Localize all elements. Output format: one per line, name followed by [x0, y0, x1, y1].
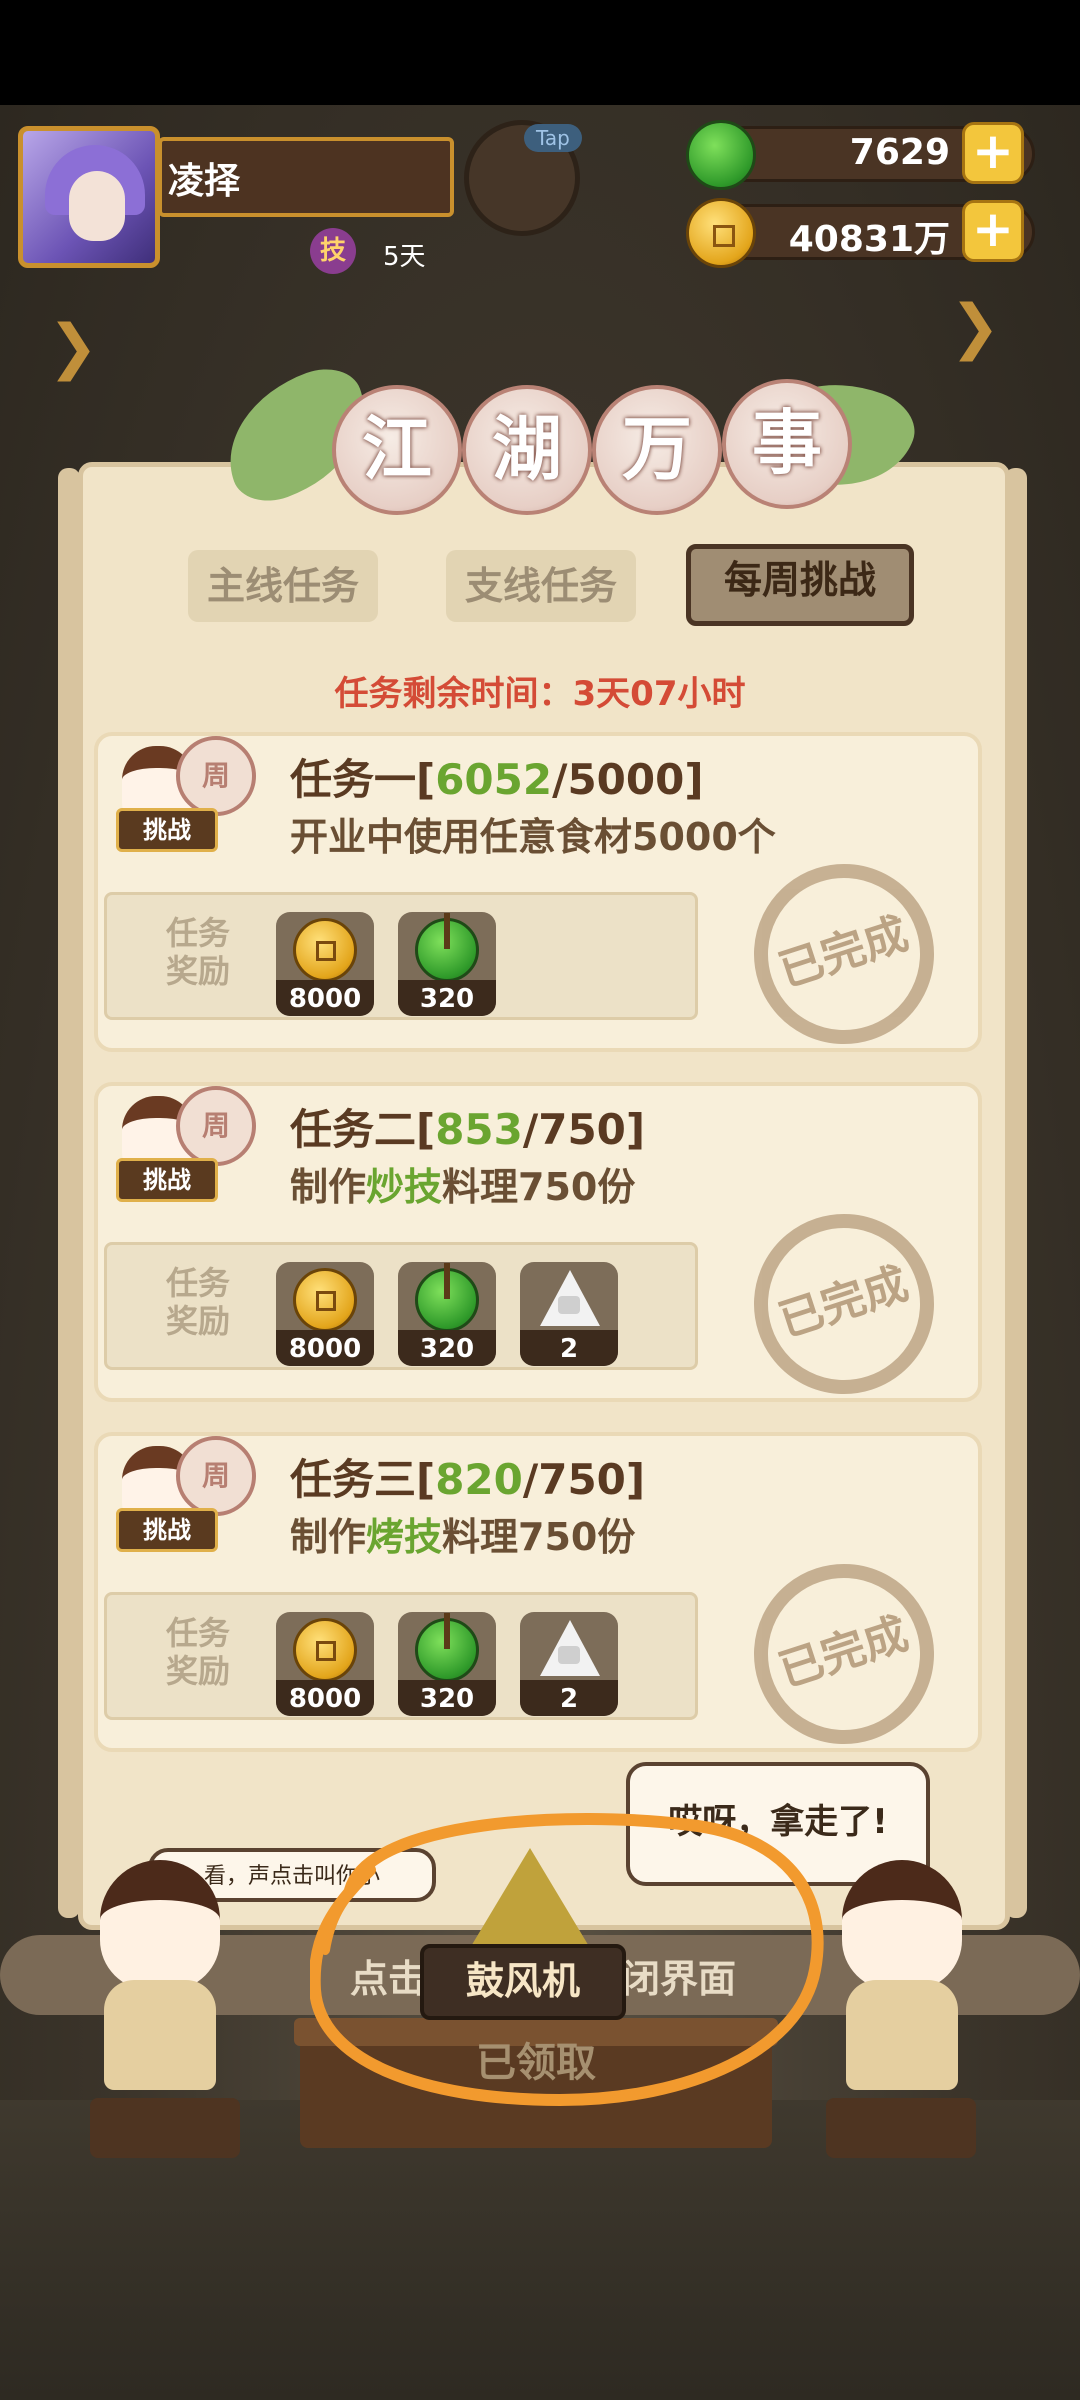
add-jade-button[interactable]: +: [962, 122, 1024, 184]
title-char: 湖: [462, 385, 592, 515]
reward-count: 8000: [288, 1684, 362, 1714]
reward-count: 320: [419, 1334, 475, 1364]
reward-count: 2: [559, 1334, 579, 1364]
reward-label: 任务 奖励: [165, 914, 230, 990]
npc-waiter-right[interactable]: [832, 1860, 972, 2100]
coin-icon: [293, 918, 357, 982]
reward-item[interactable]: 320: [398, 912, 496, 1016]
time-remaining: 任务剩余时间：3天07小时: [334, 674, 746, 714]
challenge-tag: 挑战: [116, 808, 218, 852]
challenge-chef-icon: 周 挑战: [104, 1076, 256, 1206]
reward-item[interactable]: 320: [398, 1262, 496, 1366]
title-char: 事: [722, 379, 852, 509]
drum-icon: 周: [176, 736, 256, 816]
drum-icon: 周: [176, 1436, 256, 1516]
player-avatar[interactable]: [18, 126, 160, 268]
page-title: 江 湖 万 事: [228, 379, 864, 515]
challenge-tag: 挑战: [116, 1158, 218, 1202]
reward-item[interactable]: 8000: [276, 1612, 374, 1716]
task-title: 任务二[853/750]: [290, 1105, 646, 1154]
skill-badge-icon[interactable]: 技: [310, 228, 356, 274]
task-progress: 820: [435, 1455, 523, 1504]
title-char: 江: [332, 385, 462, 515]
stool-left: [90, 2098, 240, 2158]
avatar-face: [69, 171, 125, 241]
challenge-chef-icon: 周 挑战: [104, 726, 256, 856]
reward-count: 8000: [288, 984, 362, 1014]
jade-balance: 7629: [849, 132, 950, 173]
reward-label: 任务 奖励: [165, 1264, 230, 1340]
reward-label: 任务 奖励: [165, 1614, 230, 1690]
tab-side-quests[interactable]: 支线任务: [446, 550, 636, 622]
reward-item[interactable]: 2: [520, 1612, 618, 1716]
task-description: 制作烤技料理750份: [290, 1515, 636, 1559]
npc-waiter-left[interactable]: [90, 1860, 230, 2100]
chevron-down-icon[interactable]: ❯: [950, 292, 1000, 362]
jade-icon: [415, 913, 479, 982]
add-coin-button[interactable]: +: [962, 200, 1024, 262]
drum-icon: 周: [176, 1086, 256, 1166]
reward-count: 320: [419, 1684, 475, 1714]
reward-count: 8000: [288, 1334, 362, 1364]
challenge-tag: 挑战: [116, 1508, 218, 1552]
tap-hint: Tap: [524, 124, 582, 152]
player-name: 凌择: [168, 161, 241, 202]
jade-icon: [415, 1263, 479, 1332]
reward-item[interactable]: 8000: [276, 1262, 374, 1366]
task-title: 任务三[820/750]: [290, 1455, 646, 1504]
coin-balance: 40831万: [788, 219, 950, 260]
title-char: 万: [592, 385, 722, 515]
days-label: 5天: [383, 242, 426, 272]
challenge-chef-icon: 周 挑战: [104, 1426, 256, 1556]
task-progress: 6052: [435, 755, 553, 804]
reward-item[interactable]: 320: [398, 1612, 496, 1716]
tab-main-quests[interactable]: 主线任务: [188, 550, 378, 622]
tab-weekly-challenge[interactable]: 每周挑战: [686, 544, 914, 626]
reward-item[interactable]: 8000: [276, 912, 374, 1016]
chevron-down-icon[interactable]: ❯: [48, 312, 98, 382]
task-title: 任务一[6052/5000]: [290, 755, 704, 804]
task-progress: 853: [435, 1105, 523, 1154]
coin-icon: [293, 1268, 357, 1332]
status-bar: [0, 0, 1080, 105]
jade-icon: [415, 1613, 479, 1682]
task-description: 开业中使用任意食材5000个: [290, 815, 776, 859]
task-description: 制作炒技料理750份: [290, 1165, 636, 1209]
coin-icon: [293, 1618, 357, 1682]
reward-count: 2: [559, 1684, 579, 1714]
reward-item[interactable]: 2: [520, 1262, 618, 1366]
orange-annotation-circle: [310, 1812, 824, 2107]
stool-right: [826, 2098, 976, 2158]
reward-count: 320: [419, 984, 475, 1014]
